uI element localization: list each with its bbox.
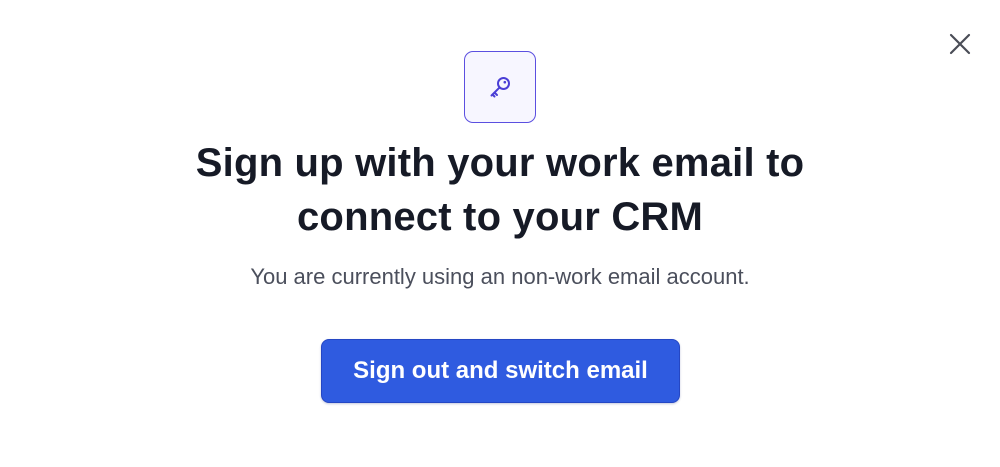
modal-subtitle: You are currently using an non-work emai…: [250, 264, 750, 289]
key-icon: [490, 77, 510, 98]
close-icon: [949, 33, 971, 55]
modal-title: Sign up with your work email to connect …: [0, 136, 1000, 244]
modal-title-line-1: Sign up with your work email to: [195, 141, 805, 185]
modal-title-line-2: connect to your CRM: [296, 195, 704, 239]
signup-modal: Sign up with your work email to connect …: [0, 0, 1000, 467]
close-button[interactable]: [944, 28, 976, 60]
key-icon-container: [464, 51, 536, 123]
sign-out-switch-email-button[interactable]: Sign out and switch email: [321, 339, 680, 403]
